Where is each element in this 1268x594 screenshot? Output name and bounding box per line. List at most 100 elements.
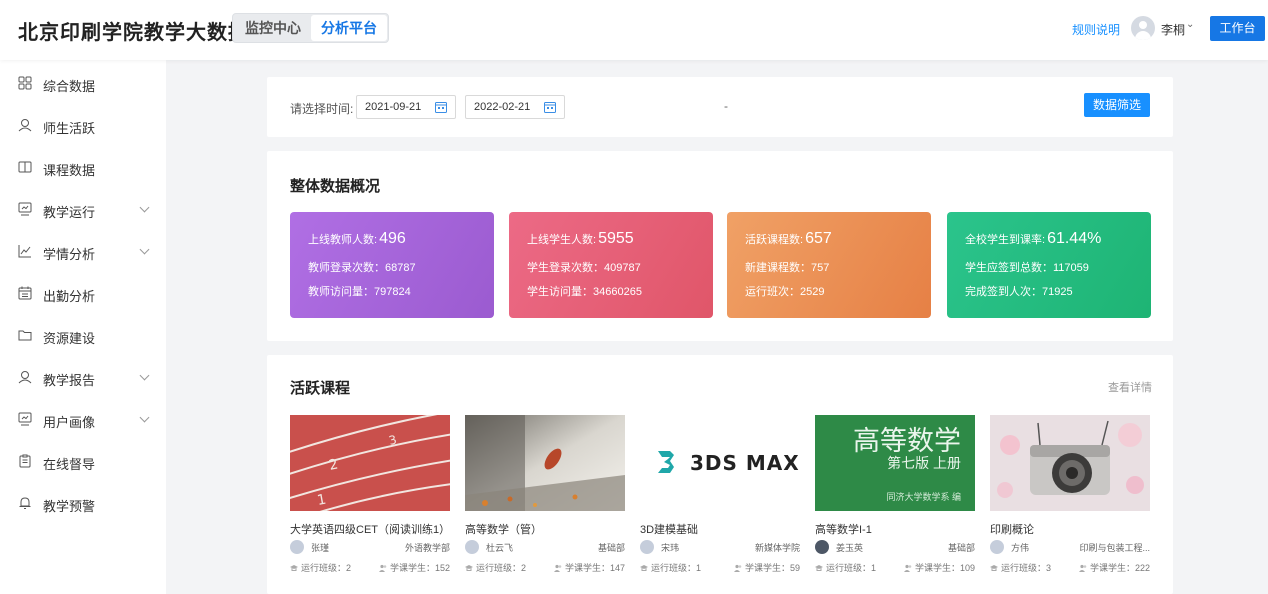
sidebar-item-course-data[interactable]: 课程数据 bbox=[0, 146, 166, 188]
filter-data-button[interactable]: 数据筛选 bbox=[1084, 93, 1150, 117]
teacher-name: 方伟 bbox=[1011, 543, 1030, 553]
users-icon bbox=[553, 564, 562, 572]
teacher-name: 宋玮 bbox=[661, 543, 680, 553]
stat-line: 完成签到人次：71925 bbox=[965, 286, 1073, 298]
sidebar-item-label: 师生活跃 bbox=[43, 121, 96, 136]
sidebar-item-label: 出勤分析 bbox=[43, 289, 96, 304]
user-name[interactable]: 李桐 bbox=[1161, 21, 1185, 38]
course-thumbnail: 高等数学 第七版 上册 同济大学数学系 编 bbox=[815, 415, 975, 511]
class-count: 运行班级：2 bbox=[290, 561, 351, 574]
stat-line: 学生登录次数：409787 bbox=[527, 262, 641, 274]
rules-link[interactable]: 规则说明 bbox=[1072, 21, 1120, 38]
start-date-value: 2021-09-21 bbox=[365, 101, 422, 113]
top-header: 北京印刷学院教学大数据 监控中心 分析平台 规则说明 李桐 ⌄ 工作台 bbox=[0, 0, 1268, 60]
calendar-icon bbox=[544, 102, 556, 113]
stat-label: 全校学生到课率: bbox=[965, 234, 1046, 246]
end-date-input[interactable]: 2022-02-21 bbox=[465, 95, 565, 119]
stat-line: 学生访问量：34660265 bbox=[527, 286, 642, 298]
monitor-icon bbox=[18, 202, 32, 216]
workbench-button[interactable]: 工作台 bbox=[1210, 16, 1265, 41]
student-count: 学课学生：152 bbox=[378, 561, 450, 574]
active-courses-panel: 活跃课程 查看详情 2 3 1 大学英语四级CET（阅读训练1） 张瑾 外语教学… bbox=[267, 355, 1173, 594]
sidebar-item-label: 课程数据 bbox=[43, 163, 96, 178]
users-icon bbox=[733, 564, 742, 572]
stat-label: 上线教师人数: bbox=[308, 234, 378, 246]
chevron-down-icon[interactable]: ⌄ bbox=[1186, 19, 1194, 30]
sidebar-item-warning[interactable]: 教学预警 bbox=[0, 482, 166, 524]
sidebar-item-supervision[interactable]: 在线督导 bbox=[0, 440, 166, 482]
monitor-icon bbox=[18, 412, 32, 426]
sidebar-item-activity[interactable]: 师生活跃 bbox=[0, 104, 166, 146]
graduation-cap-icon bbox=[290, 565, 298, 571]
users-icon bbox=[378, 564, 387, 572]
chevron-down-icon bbox=[139, 244, 150, 255]
stat-line: 教师登录次数：68787 bbox=[308, 262, 416, 274]
class-count: 运行班级：2 bbox=[465, 561, 526, 574]
sidebar-item-label: 学情分析 bbox=[43, 247, 96, 262]
stat-value: 496 bbox=[379, 230, 406, 247]
sidebar-item-teaching-operation[interactable]: 教学运行 bbox=[0, 188, 166, 230]
course-card[interactable]: 2 3 1 大学英语四级CET（阅读训练1） 张瑾 外语教学部 运行班级：2 学… bbox=[290, 415, 450, 585]
sidebar-item-teaching-report[interactable]: 教学报告 bbox=[0, 356, 166, 398]
course-name: 高等数学（管） bbox=[465, 524, 542, 536]
line-chart-icon bbox=[18, 245, 31, 258]
course-name: 大学英语四级CET（阅读训练1） bbox=[290, 524, 450, 536]
app-title: 北京印刷学院教学大数据 bbox=[18, 22, 249, 44]
tab-monitor-center[interactable]: 监控中心 bbox=[235, 15, 311, 41]
student-count: 学课学生：147 bbox=[553, 561, 625, 574]
grid-icon bbox=[18, 76, 32, 90]
book-cover-publisher: 同济大学数学系 编 bbox=[886, 492, 961, 502]
graduation-cap-icon bbox=[990, 565, 998, 571]
calendar-icon bbox=[18, 286, 32, 300]
book-icon bbox=[18, 161, 32, 173]
sidebar-item-label: 资源建设 bbox=[43, 331, 96, 346]
class-count: 运行班级：3 bbox=[990, 561, 1051, 574]
course-card[interactable]: 高等数学（管） 杜云飞 基础部 运行班级：2 学课学生：147 bbox=[465, 415, 625, 585]
graduation-cap-icon bbox=[465, 565, 473, 571]
course-card[interactable]: 印刷概论 方伟 印刷与包装工程... 运行班级：3 学课学生：222 bbox=[990, 415, 1150, 585]
graduation-cap-icon bbox=[815, 565, 823, 571]
avatar bbox=[815, 540, 829, 554]
course-thumbnail: 2 3 1 bbox=[290, 415, 450, 511]
sidebar-item-attendance[interactable]: 出勤分析 bbox=[0, 272, 166, 314]
department: 新媒体学院 bbox=[754, 543, 800, 553]
start-date-input[interactable]: 2021-09-21 bbox=[356, 95, 456, 119]
department: 外语教学部 bbox=[404, 543, 450, 553]
course-card[interactable]: 3DS MAX 3D建模基础 宋玮 新媒体学院 运行班级：1 学课学生：59 bbox=[640, 415, 800, 585]
class-count: 运行班级：1 bbox=[815, 561, 876, 574]
stat-line: 教师访问量：797824 bbox=[308, 286, 411, 298]
user-avatar[interactable] bbox=[1131, 16, 1155, 40]
sidebar-item-label: 教学报告 bbox=[43, 373, 96, 388]
date-separator: - bbox=[724, 99, 728, 113]
course-name: 印刷概论 bbox=[990, 524, 1034, 536]
course-name: 3D建模基础 bbox=[640, 524, 699, 536]
stat-line: 运行班次：2529 bbox=[745, 286, 825, 298]
users-icon bbox=[1078, 564, 1087, 572]
book-cover-edition: 第七版 上册 bbox=[887, 455, 961, 471]
chevron-down-icon bbox=[139, 412, 150, 423]
overview-panel: 整体数据概况 上线教师人数: 496 教师登录次数：68787 教师访问量：797… bbox=[267, 151, 1173, 341]
sidebar-item-overall-data[interactable]: 综合数据 bbox=[0, 62, 166, 104]
sidebar-item-user-profile[interactable]: 用户画像 bbox=[0, 398, 166, 440]
view-details-link[interactable]: 查看详情 bbox=[1108, 379, 1152, 395]
course-thumbnail bbox=[990, 415, 1150, 511]
student-count: 学课学生：222 bbox=[1078, 561, 1150, 574]
stat-value: 5955 bbox=[598, 230, 634, 247]
class-count: 运行班级：1 bbox=[640, 561, 701, 574]
avatar bbox=[990, 540, 1004, 554]
tab-analysis-platform[interactable]: 分析平台 bbox=[311, 15, 387, 41]
course-card[interactable]: 高等数学 第七版 上册 同济大学数学系 编 高等数学I-1 姜玉英 基础部 运行… bbox=[815, 415, 975, 585]
stat-value: 657 bbox=[805, 230, 832, 247]
date-filter-label: 请选择时间: bbox=[290, 102, 354, 116]
avatar bbox=[290, 540, 304, 554]
avatar bbox=[465, 540, 479, 554]
stat-line: 学生应签到总数：117059 bbox=[965, 262, 1089, 274]
student-count: 学课学生：59 bbox=[733, 561, 800, 574]
sidebar-item-resources[interactable]: 资源建设 bbox=[0, 314, 166, 356]
sidebar-item-label: 在线督导 bbox=[43, 457, 96, 472]
sidebar-item-learning-analysis[interactable]: 学情分析 bbox=[0, 230, 166, 272]
stat-value: 61.44% bbox=[1047, 230, 1102, 247]
sidebar: 综合数据 师生活跃 课程数据 教学运行 学情分析 出勤分析 资源建设 教学报告 … bbox=[0, 60, 166, 594]
course-name: 高等数学I-1 bbox=[815, 524, 872, 536]
chevron-down-icon bbox=[139, 202, 150, 213]
